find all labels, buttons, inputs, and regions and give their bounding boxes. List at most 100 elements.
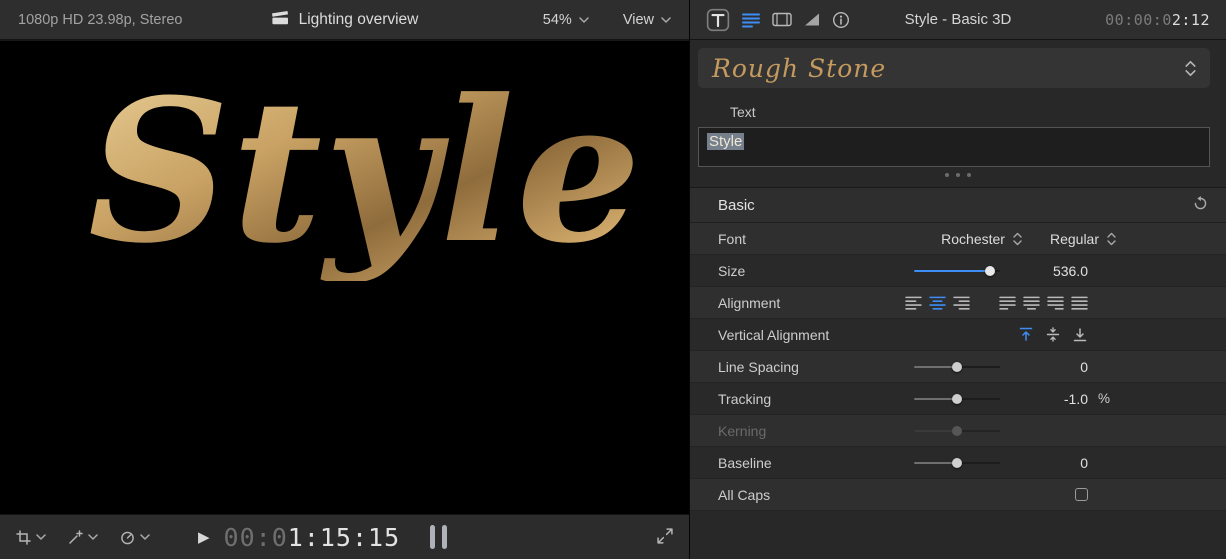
ramp-icon (804, 12, 820, 27)
tracking-value[interactable]: -1.0 (1000, 391, 1088, 407)
justify-last-center-button[interactable] (1023, 296, 1040, 310)
expand-icon (657, 528, 673, 544)
title-text-input[interactable]: Style (698, 127, 1210, 167)
clapper-icon (271, 10, 289, 30)
all-caps-checkbox[interactable] (1075, 488, 1088, 501)
inspector-pane: Style - Basic 3D 00:00:02:12 Rough Stone… (690, 0, 1226, 559)
zoom-dropdown[interactable]: 54% (543, 12, 589, 28)
wand-icon (68, 530, 83, 545)
slider-thumb[interactable] (985, 266, 995, 276)
film-icon (772, 12, 792, 27)
line-spacing-slider[interactable] (914, 360, 1000, 374)
project-title: Lighting overview (299, 11, 419, 29)
slider-thumb[interactable] (952, 362, 962, 372)
basic-parameter-rows: Font Rochester Regular Size (690, 223, 1226, 511)
size-row: Size 536.0 (690, 255, 1226, 287)
textbox-resize-handle[interactable] (690, 167, 1226, 183)
chevron-down-icon (36, 534, 46, 540)
alignment-label: Alignment (718, 295, 780, 311)
info-icon (832, 11, 850, 29)
transform-tool-dropdown[interactable] (16, 530, 46, 545)
inspector-title: Style - Basic 3D (905, 11, 1012, 28)
justify-last-right-button[interactable] (1047, 296, 1064, 310)
viewer-transport-bar: ▶ 00:01:15:15 (0, 514, 689, 559)
preset-name: Rough Stone (712, 54, 886, 83)
valign-middle-button[interactable] (1045, 327, 1061, 342)
title-text-object[interactable]: Style (88, 65, 643, 281)
valign-top-button[interactable] (1018, 327, 1034, 342)
reset-section-button[interactable] (1193, 196, 1208, 214)
valign-bottom-button[interactable] (1072, 327, 1088, 342)
view-label: View (623, 12, 654, 28)
alignment-row: Alignment (690, 287, 1226, 319)
slider-thumb (952, 426, 962, 436)
retime-tool-dropdown[interactable] (120, 530, 150, 545)
stepper-chevrons-icon (1185, 60, 1196, 77)
all-caps-row: All Caps (690, 479, 1226, 511)
size-value[interactable]: 536.0 (1000, 263, 1088, 279)
slider-thumb[interactable] (952, 458, 962, 468)
basic-section-title: Basic (718, 197, 755, 214)
vertical-alignment-buttons (1018, 327, 1088, 342)
slider-thumb[interactable] (952, 394, 962, 404)
inspector-tabs (706, 8, 850, 32)
baseline-label: Baseline (718, 455, 772, 471)
basic-section-header: Basic (690, 187, 1226, 223)
current-timecode[interactable]: 00:01:15:15 (224, 523, 401, 552)
viewer-toolbar-right: 54% View (543, 12, 671, 28)
zoom-value: 54% (543, 12, 572, 28)
font-face-select[interactable]: Regular (1050, 231, 1116, 247)
tracking-slider[interactable] (914, 392, 1000, 406)
font-label: Font (718, 231, 746, 247)
align-left-button[interactable] (905, 296, 922, 310)
justify-last-left-button[interactable] (999, 296, 1016, 310)
viewer-pane: 1080p HD 23.98p, Stereo Lighting overvie… (0, 0, 690, 559)
audio-meters-button[interactable] (430, 525, 447, 549)
tab-generator-inspector[interactable] (804, 12, 820, 27)
format-label: 1080p HD 23.98p, Stereo (18, 12, 182, 28)
dot (956, 173, 960, 177)
font-family-value: Rochester (941, 231, 1005, 247)
viewer-toolbar: 1080p HD 23.98p, Stereo Lighting overvie… (0, 0, 689, 40)
line-spacing-label: Line Spacing (718, 359, 799, 375)
tracking-label: Tracking (718, 391, 771, 407)
chevron-down-icon (661, 17, 671, 23)
kerning-label: Kerning (718, 423, 766, 439)
vertical-alignment-label: Vertical Alignment (718, 327, 829, 343)
project-title-group: Lighting overview (271, 10, 419, 30)
size-slider[interactable] (914, 264, 1000, 278)
inspector-toolbar: Style - Basic 3D 00:00:02:12 (690, 0, 1226, 40)
title-preset-dropdown[interactable]: Rough Stone (698, 48, 1210, 88)
font-row: Font Rochester Regular (690, 223, 1226, 255)
justify-all-button[interactable] (1071, 296, 1088, 310)
crop-icon (16, 530, 31, 545)
align-center-button[interactable] (929, 296, 946, 310)
dot (967, 173, 971, 177)
view-dropdown[interactable]: View (623, 12, 671, 28)
fcp-window: 1080p HD 23.98p, Stereo Lighting overvie… (0, 0, 1226, 559)
baseline-slider[interactable] (914, 456, 1000, 470)
audio-meter-right (442, 525, 447, 549)
font-family-select[interactable]: Rochester (941, 231, 1022, 247)
tab-text-format[interactable] (742, 12, 760, 28)
baseline-row: Baseline 0 (690, 447, 1226, 479)
tab-text-inspector[interactable] (706, 8, 730, 32)
expand-viewer-button[interactable] (657, 528, 673, 547)
align-right-button[interactable] (953, 296, 970, 310)
all-caps-label: All Caps (718, 487, 770, 503)
dot (945, 173, 949, 177)
tab-video-inspector[interactable] (772, 12, 792, 27)
chevron-down-icon (88, 534, 98, 540)
line-spacing-value[interactable]: 0 (1000, 359, 1088, 375)
viewer-canvas: Style (0, 40, 689, 514)
baseline-value[interactable]: 0 (1000, 455, 1088, 471)
effects-tool-dropdown[interactable] (68, 530, 98, 545)
text-lines-icon (742, 12, 760, 28)
play-button[interactable]: ▶ (198, 528, 210, 546)
retime-icon (120, 530, 135, 545)
tab-info-inspector[interactable] (832, 11, 850, 29)
line-spacing-row: Line Spacing 0 (690, 351, 1226, 383)
tracking-unit: % (1088, 391, 1226, 406)
vertical-alignment-row: Vertical Alignment (690, 319, 1226, 351)
clip-duration-timecode: 00:00:02:12 (1105, 11, 1210, 29)
